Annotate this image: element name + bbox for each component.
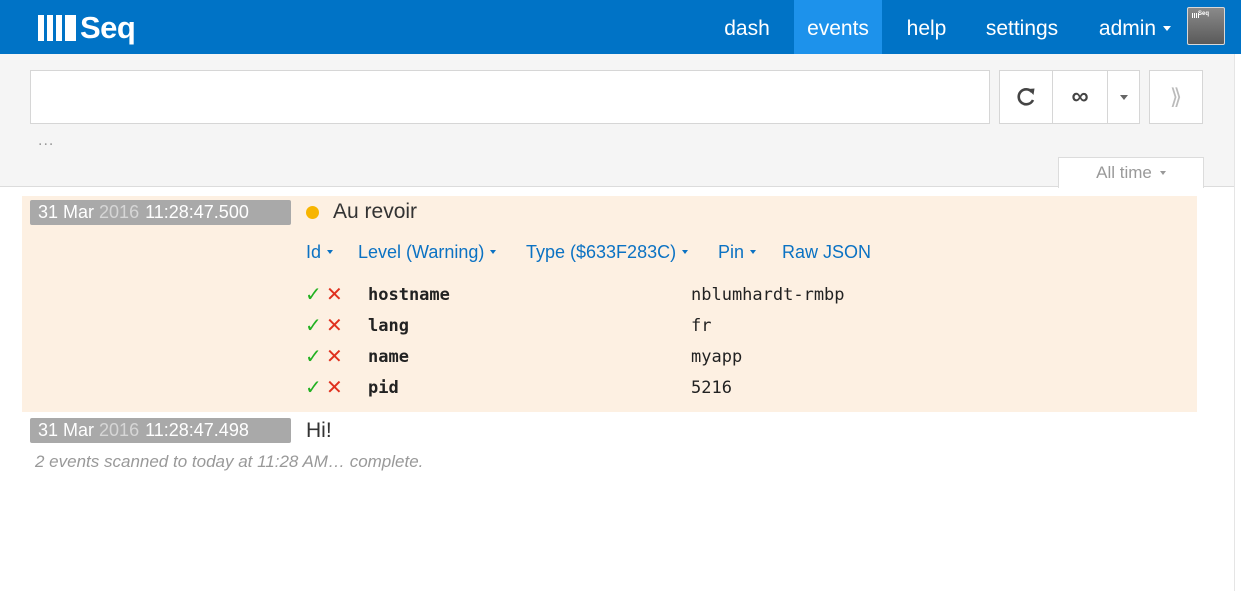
chevron-down-icon — [1163, 25, 1172, 31]
tail-button[interactable]: ∞ — [1053, 71, 1108, 123]
chevron-down-icon — [1159, 171, 1166, 175]
refresh-button[interactable] — [1000, 71, 1053, 123]
admin-label: admin — [1098, 17, 1157, 40]
search-input[interactable] — [30, 70, 990, 124]
event-timestamp[interactable]: 31 Mar 2016 11:28:47.498 — [30, 418, 291, 443]
avatar[interactable]: Seq — [1187, 7, 1225, 45]
exclude-filter-icon[interactable]: ✕ — [326, 374, 343, 402]
event-timestamp[interactable]: 31 Mar 2016 11:28:47.500 — [30, 200, 291, 225]
event-date: 31 Mar — [38, 420, 95, 440]
action-label: Pin — [718, 242, 745, 262]
scrollbar[interactable] — [1234, 54, 1241, 591]
time-range-label: All time — [1096, 163, 1152, 182]
nav-help[interactable]: help — [894, 0, 959, 54]
chevron-down-icon — [682, 249, 689, 254]
action-label: Id — [306, 242, 322, 262]
property-name: hostname — [368, 285, 450, 305]
exclude-filter-icon[interactable]: ✕ — [326, 312, 343, 340]
nav-settings[interactable]: settings — [972, 0, 1072, 54]
event-pin-menu[interactable]: Pin — [718, 242, 757, 263]
event-type-menu[interactable]: Type ($633F283C) — [526, 242, 689, 263]
event-level-menu[interactable]: Level (Warning) — [358, 242, 497, 263]
event-date: 31 Mar — [38, 202, 95, 222]
event-year: 2016 — [99, 202, 140, 222]
logo-text: Seq — [80, 10, 136, 45]
search-button-group: ∞ — [999, 70, 1140, 124]
event-year: 2016 — [99, 420, 140, 440]
exclude-filter-icon[interactable]: ✕ — [326, 343, 343, 371]
action-label: Type ($633F283C) — [526, 242, 677, 262]
event-time: 11:28:47.498 — [145, 420, 249, 440]
include-filter-icon[interactable]: ✓ — [305, 343, 322, 371]
property-value: myapp — [691, 347, 743, 367]
tail-options-dropdown[interactable] — [1108, 71, 1139, 123]
property-value: nblumhardt-rmbp — [691, 285, 845, 305]
action-label: Level (Warning) — [358, 242, 485, 262]
admin-menu[interactable]: admin — [1090, 0, 1180, 54]
property-row: ✓ ✕ name myapp — [0, 343, 1000, 371]
include-filter-icon[interactable]: ✓ — [305, 312, 322, 340]
logo-bars-icon — [38, 15, 76, 41]
property-value: fr — [691, 316, 712, 336]
property-name: pid — [368, 378, 399, 398]
event-message[interactable]: Au revoir — [333, 200, 417, 224]
property-row: ✓ ✕ lang fr — [0, 312, 1000, 340]
event-message[interactable]: Hi! — [306, 419, 332, 443]
exclude-filter-icon[interactable]: ✕ — [326, 281, 343, 309]
chevron-down-icon — [750, 249, 757, 254]
property-name: name — [368, 347, 409, 367]
include-filter-icon[interactable]: ✓ — [305, 374, 322, 402]
property-row: ✓ ✕ hostname nblumhardt-rmbp — [0, 281, 1000, 309]
seq-logo[interactable]: Seq — [38, 10, 136, 46]
warning-level-indicator — [306, 206, 319, 219]
event-id-menu[interactable]: Id — [306, 242, 334, 263]
chevron-down-icon — [327, 249, 334, 254]
include-filter-icon[interactable]: ✓ — [305, 281, 322, 309]
query-help-ellipsis[interactable]: ... — [38, 132, 54, 150]
property-row: ✓ ✕ pid 5216 — [0, 374, 1000, 402]
refresh-icon — [1017, 87, 1035, 106]
infinity-icon: ∞ — [1071, 83, 1089, 110]
property-name: lang — [368, 316, 409, 336]
run-query-button[interactable]: ⟫ — [1149, 70, 1203, 124]
chevron-down-icon — [490, 249, 497, 254]
nav-events[interactable]: events — [794, 0, 882, 54]
nav-dash[interactable]: dash — [711, 0, 783, 54]
event-time: 11:28:47.500 — [145, 202, 249, 222]
scan-status-text: 2 events scanned to today at 11:28 AM… c… — [35, 452, 424, 471]
chevron-down-icon — [1119, 94, 1128, 100]
raw-json-link[interactable]: Raw JSON — [782, 242, 871, 263]
avatar-text: Seq — [1198, 11, 1210, 17]
top-navigation-bar: Seq dash events help settings admin Seq — [0, 0, 1241, 54]
search-panel: ∞ ⟫ ... All time — [0, 54, 1241, 188]
time-range-dropdown[interactable]: All time — [1058, 157, 1204, 188]
double-chevron-right-icon: ⟫ — [1169, 84, 1183, 109]
property-value: 5216 — [691, 378, 732, 398]
